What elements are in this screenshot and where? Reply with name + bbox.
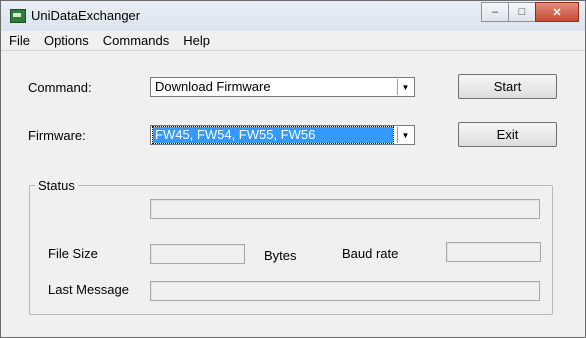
main-window: UniDataExchanger – □ ✕ File Options Comm…	[0, 0, 586, 338]
firmware-value: FW45, FW54, FW55, FW56	[152, 126, 394, 144]
file-size-label: File Size	[48, 246, 98, 261]
bytes-label: Bytes	[264, 248, 297, 263]
close-icon: ✕	[552, 6, 562, 19]
start-button[interactable]: Start	[458, 74, 557, 99]
command-value: Download Firmware	[155, 79, 271, 94]
maximize-button[interactable]: □	[508, 2, 536, 22]
last-message-field	[150, 281, 540, 301]
menu-bar: File Options Commands Help	[1, 32, 585, 51]
firmware-dropdown[interactable]: FW45, FW54, FW55, FW56 ▼	[150, 125, 415, 145]
baud-rate-field	[446, 242, 541, 262]
menu-help[interactable]: Help	[176, 32, 217, 50]
menu-options[interactable]: Options	[37, 32, 96, 50]
status-title: Status	[35, 178, 78, 193]
chevron-down-icon[interactable]: ▼	[397, 127, 413, 143]
title-bar[interactable]: UniDataExchanger – □ ✕	[1, 1, 585, 31]
window-controls: – □ ✕	[481, 2, 579, 22]
exit-button[interactable]: Exit	[458, 122, 557, 147]
firmware-label: Firmware:	[28, 128, 86, 143]
app-icon	[10, 9, 26, 23]
minimize-icon: –	[491, 6, 499, 18]
command-label: Command:	[28, 80, 92, 95]
menu-commands[interactable]: Commands	[96, 32, 176, 50]
file-size-field	[150, 244, 245, 264]
baud-rate-label: Baud rate	[342, 246, 399, 261]
menu-file[interactable]: File	[1, 32, 37, 50]
window-title: UniDataExchanger	[31, 8, 141, 23]
maximize-icon: □	[518, 6, 526, 18]
last-message-label: Last Message	[48, 282, 129, 297]
chevron-down-icon[interactable]: ▼	[397, 79, 413, 95]
progress-field	[150, 199, 540, 219]
close-button[interactable]: ✕	[535, 2, 579, 22]
minimize-button[interactable]: –	[481, 2, 509, 22]
command-dropdown[interactable]: Download Firmware ▼	[150, 77, 415, 97]
